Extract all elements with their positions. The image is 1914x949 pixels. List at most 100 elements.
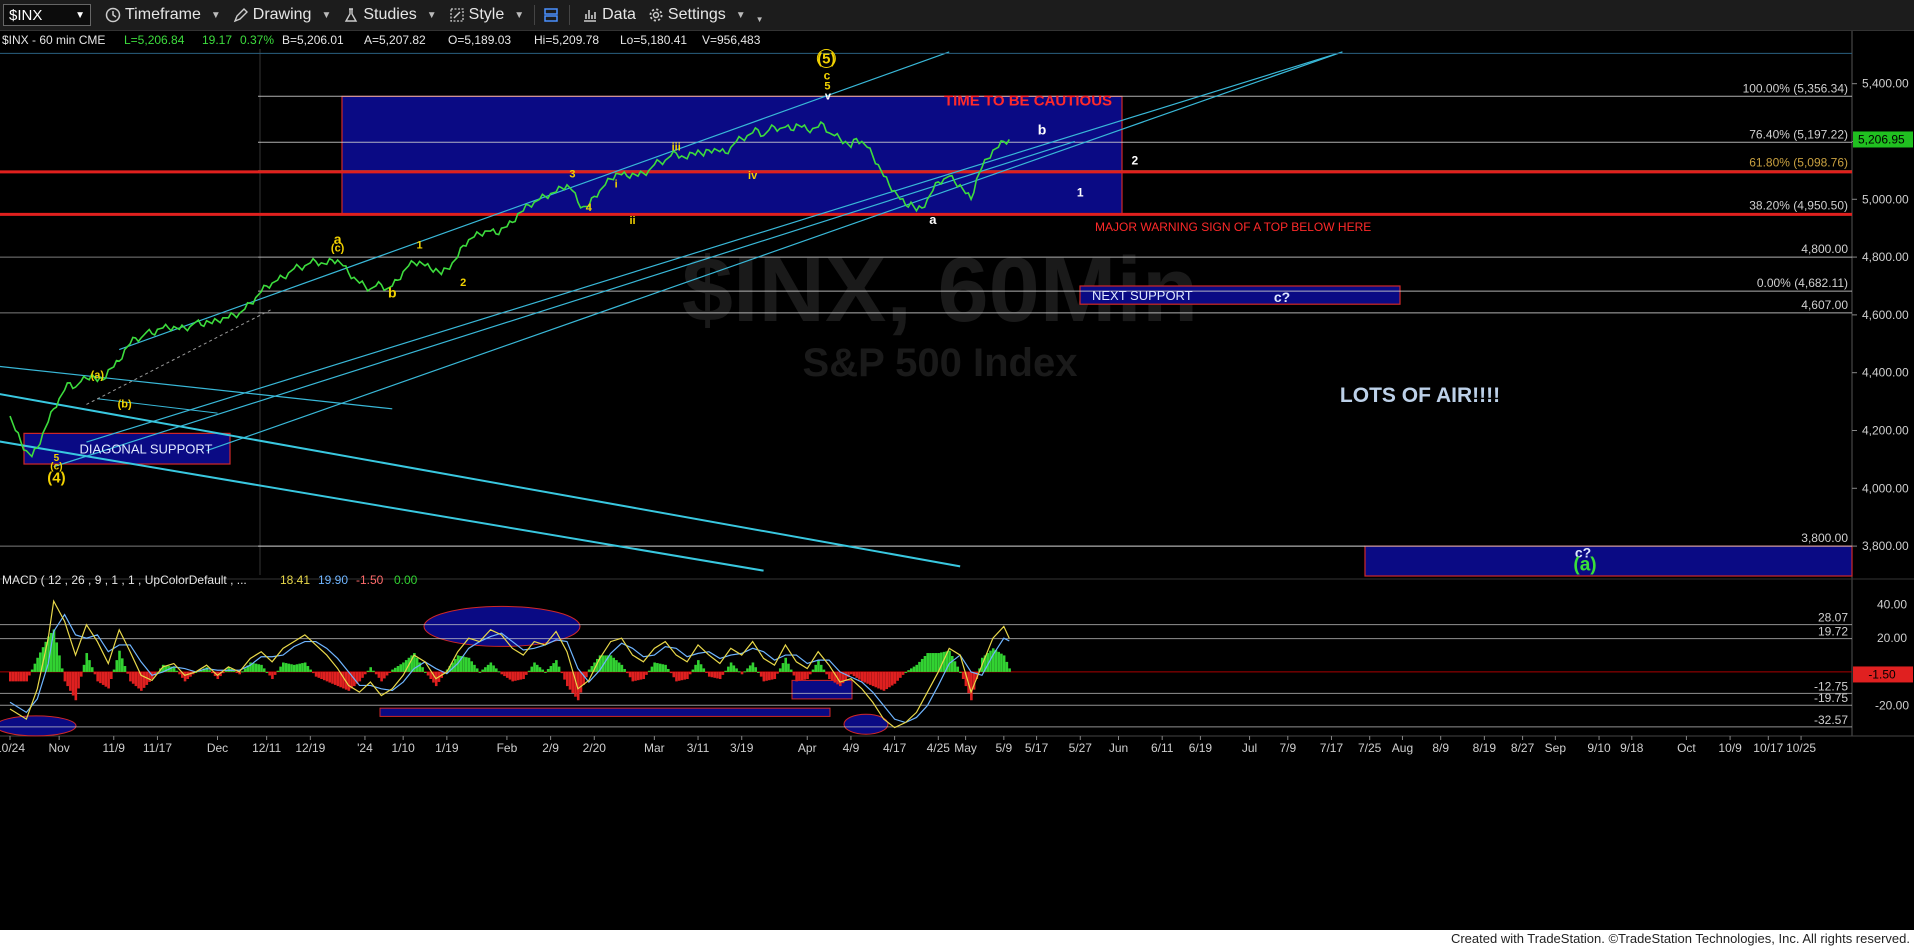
bar-chart-icon: [584, 10, 597, 22]
macd-histogram-bar: [694, 664, 697, 672]
percent-change-readout: 0.37%: [240, 33, 274, 47]
macd-histogram-bar: [710, 671, 714, 678]
macd-histogram-bar: [828, 671, 831, 680]
time-axis-label: Oct: [1677, 741, 1696, 755]
macd-histogram-bar: [55, 642, 59, 672]
time-axis-label: 7/17: [1320, 741, 1344, 755]
macd-histogram-bar: [669, 671, 673, 674]
macd-histogram-bar: [934, 653, 938, 672]
macd-histogram-bar: [912, 666, 916, 672]
macd-support-box: [379, 707, 831, 717]
wave-label: b: [388, 285, 397, 301]
macd-histogram-bar: [385, 671, 389, 676]
macd-histogram-bar: [522, 671, 525, 680]
macd-histogram-bar: [1005, 661, 1009, 672]
macd-histogram-bar: [677, 671, 681, 681]
time-axis-label: 3/19: [730, 741, 754, 755]
timeframe-menu[interactable]: Timeframe ▼: [105, 6, 221, 24]
chevron-down-icon: ▼: [75, 9, 85, 21]
macd-histogram-bar: [464, 657, 468, 672]
macd-histogram-bar: [724, 670, 727, 672]
settings-label: Settings: [667, 6, 726, 23]
next-support-label: NEXT SUPPORT: [1092, 288, 1193, 303]
macd-histogram-bar: [721, 671, 725, 675]
price-axis-label: 4,400.00: [1862, 366, 1909, 380]
toolbar: $INX ▼ Timeframe ▼ Drawing ▼ Studies ▼ S…: [0, 0, 1914, 31]
price-axis-label: 4,800.00: [1862, 250, 1909, 264]
macd-histogram-bar: [514, 671, 517, 681]
next-support-wave-label: c?: [1274, 289, 1290, 305]
macd-histogram-bar: [869, 671, 872, 685]
macd-histogram-bar: [563, 671, 566, 680]
macd-histogram-bar: [735, 668, 738, 672]
macd-histogram-bar: [863, 671, 867, 683]
macd-histogram-bar: [66, 671, 69, 687]
macd-histogram-bar: [948, 650, 951, 672]
macd-histogram-bar: [142, 671, 146, 688]
macd-histogram-bar: [800, 671, 804, 681]
chart-area[interactable]: $INX, 60Min S&P 500 Index 100.00% (5,356…: [0, 31, 1914, 930]
macd-histogram-bar: [516, 671, 520, 681]
price-axis-label: 5,400.00: [1862, 77, 1909, 91]
time-axis-label: Apr: [798, 741, 817, 755]
wave-label: i: [615, 179, 618, 191]
macd-histogram-bar: [866, 671, 869, 684]
wave-label: 1: [416, 239, 422, 251]
macd-histogram-bar: [910, 668, 913, 672]
macd-histogram-bar: [110, 671, 113, 680]
layout-icon: [544, 8, 558, 22]
macd-histogram-bar: [950, 655, 954, 672]
macd-histogram-bar: [292, 664, 296, 672]
macd-histogram-bar: [123, 666, 127, 672]
macd-histogram-bar: [899, 671, 902, 678]
footer: Created with TradeStation. ©TradeStation…: [0, 930, 1914, 949]
macd-histogram-bar: [36, 657, 39, 672]
settings-menu[interactable]: Settings ▼ ▼: [648, 6, 764, 24]
layout-button[interactable]: [543, 7, 559, 23]
macd-histogram-bar: [636, 671, 640, 681]
macd-histogram-bar: [626, 671, 629, 674]
macd-histogram-bar: [28, 671, 31, 676]
macd-histogram-bar: [907, 670, 910, 672]
macd-histogram-bar: [1008, 668, 1011, 672]
macd-histogram-bar: [505, 671, 509, 678]
symbol-selector[interactable]: $INX ▼: [3, 4, 91, 26]
style-menu[interactable]: Style ▼: [449, 6, 524, 24]
watermark-subtitle: S&P 500 Index: [803, 341, 1078, 385]
chevron-down-icon: ▼: [735, 9, 746, 21]
macd-histogram-bar: [697, 660, 700, 672]
macd-histogram-bar: [82, 664, 86, 672]
macd-histogram-bar: [393, 667, 397, 672]
macd-histogram-bar: [893, 671, 897, 684]
macd-level-label: 19.72: [1818, 625, 1848, 639]
studies-menu[interactable]: Studies ▼: [343, 6, 437, 24]
macd-histogram-bar: [257, 664, 261, 672]
last-price-label: 5,206.95: [1858, 132, 1905, 146]
macd-histogram-bar: [33, 663, 37, 672]
macd-histogram-bar: [333, 671, 337, 685]
macd-histogram-bar: [727, 666, 730, 672]
macd-axis-label: 20.00: [1877, 631, 1907, 645]
macd-histogram-bar: [426, 671, 430, 676]
macd-histogram-bar: [421, 667, 424, 672]
price-axis-label: 4,200.00: [1862, 423, 1909, 437]
macd-histogram-bar: [929, 653, 932, 672]
macd-histogram-bar: [953, 661, 957, 672]
macd-histogram-bar: [131, 671, 135, 684]
fib-level-label: 0.00% (4,682.11): [1757, 276, 1848, 290]
macd-histogram-bar: [631, 671, 635, 682]
macd-histogram-bar: [647, 670, 651, 672]
macd-histogram-bar: [888, 671, 891, 688]
macd-histogram-bar: [265, 671, 269, 673]
pencil-icon: [233, 8, 248, 23]
macd-histogram-bar: [107, 671, 110, 689]
macd-histogram-bar: [817, 660, 820, 672]
macd-histogram-bar: [295, 664, 299, 672]
data-menu[interactable]: Data: [582, 6, 636, 24]
macd-histogram-bar: [956, 666, 960, 672]
macd-value: 18.41: [280, 573, 310, 587]
drawing-menu[interactable]: Drawing ▼: [233, 6, 331, 24]
macd-histogram-bar: [672, 671, 676, 678]
macd-histogram-bar: [825, 671, 828, 675]
macd-histogram-bar: [762, 671, 766, 682]
